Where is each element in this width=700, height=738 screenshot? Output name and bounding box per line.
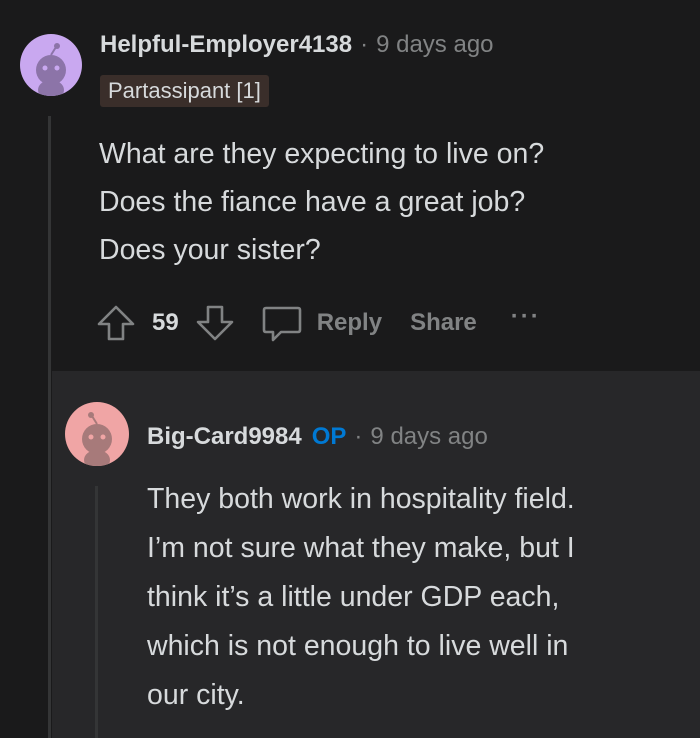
thread-line[interactable] [48, 116, 51, 738]
reply-username[interactable]: Big-Card9984 [147, 423, 302, 451]
separator-dot: · [354, 423, 363, 450]
snoo-avatar-icon [82, 412, 112, 466]
reply-body: They both work in hospitality field. I’m… [147, 475, 575, 720]
vote-count: 59 [152, 309, 179, 336]
user-flair: Partassipant [1] [100, 75, 269, 107]
more-options-button[interactable]: ··· [511, 303, 541, 331]
avatar-helpful-employer[interactable] [20, 34, 82, 96]
reply-header: Big-Card9984 OP · 9 days ago [147, 420, 488, 454]
reply-body-line: I’m not sure what they make, but I [147, 532, 575, 564]
reply-body-line: They both work in hospitality field. [147, 483, 575, 515]
separator-dot: · [360, 31, 369, 58]
thread-line-reply[interactable] [95, 486, 98, 738]
avatar-big-card[interactable] [65, 402, 129, 466]
reply-body-line: think it’s a little under GDP each, [147, 581, 560, 613]
reply-body-line: which is not enough to live well in [147, 630, 569, 662]
snoo-avatar-icon [36, 43, 66, 96]
reply-comment-icon[interactable] [259, 300, 305, 346]
comment-header: Helpful-Employer4138 · 9 days ago [100, 28, 494, 62]
downvote-icon[interactable] [193, 301, 237, 345]
reply-button[interactable]: Reply [317, 309, 382, 337]
comment-actions: 59 Reply Share ··· [94, 296, 541, 350]
reply-body-line: our city. [147, 679, 245, 711]
upvote-icon[interactable] [94, 301, 138, 345]
comment-body: What are they expecting to live on? Does… [99, 130, 544, 274]
op-badge: OP [311, 423, 347, 450]
share-button[interactable]: Share [410, 309, 477, 337]
comment-body-line: What are they expecting to live on? [99, 138, 545, 170]
comment-body-line: Does the fiance have a great job? [99, 186, 526, 218]
comment-username[interactable]: Helpful-Employer4138 [100, 31, 352, 59]
reply-timestamp[interactable]: 9 days ago [370, 423, 487, 451]
comment-timestamp[interactable]: 9 days ago [376, 31, 493, 59]
comment-body-line: Does your sister? [99, 234, 321, 266]
